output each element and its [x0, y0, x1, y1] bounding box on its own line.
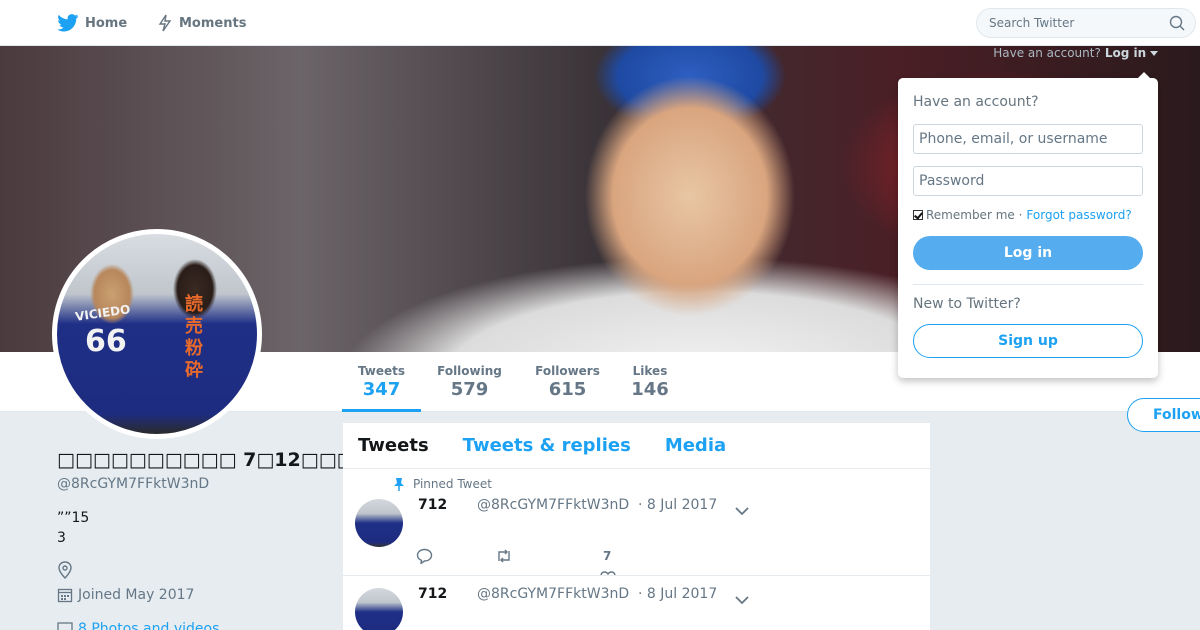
username-field[interactable] [913, 124, 1143, 154]
timeline-tabs: Tweets Tweets & replies Media [343, 423, 930, 469]
remember-label[interactable]: Remember me · [926, 208, 1022, 222]
reply-icon[interactable] [416, 548, 433, 568]
top-nav: Home Moments [0, 0, 1200, 46]
retweet-icon[interactable] [495, 548, 513, 568]
signup-button[interactable]: Sign up [913, 324, 1143, 358]
tweet-divider [343, 575, 930, 576]
login-hint-text: Have an account? [993, 46, 1101, 60]
login-dropdown: Have an account? Remember me · Forgot pa… [898, 72, 1158, 378]
tweet-author-name[interactable]: 712 [418, 497, 447, 513]
tweet-date[interactable]: · 8 Jul 2017 [638, 586, 717, 602]
password-field[interactable] [913, 166, 1143, 196]
stat-likes[interactable]: Likes 146 [630, 352, 670, 412]
chevron-down-icon[interactable] [735, 501, 749, 520]
tweet-author-name[interactable]: 712 [418, 586, 447, 602]
login-hint-link[interactable]: Log in [1105, 46, 1146, 60]
stat-label: Likes [632, 364, 668, 378]
stat-tweets[interactable]: Tweets 347 [342, 352, 421, 412]
stat-label: Following [437, 364, 502, 378]
location-icon [57, 561, 73, 583]
stat-value: 579 [450, 379, 489, 400]
remember-checkbox[interactable] [913, 210, 923, 220]
avatar-jersey-number: 66 [85, 324, 127, 359]
tweet-author-handle[interactable]: @8RcGYM7FFktW3nD [477, 586, 629, 602]
stat-value: 615 [548, 379, 587, 400]
tab-tweets[interactable]: Tweets [358, 435, 429, 456]
profile-bio: ””15 3 [57, 508, 89, 548]
nav-moments[interactable]: Moments [157, 0, 246, 46]
remember-row: Remember me · Forgot password? [913, 208, 1132, 222]
photos-text[interactable]: 8 Photos and videos [78, 621, 219, 630]
profile-joined: Joined May 2017 [57, 587, 194, 603]
search-input[interactable] [989, 16, 1169, 30]
joined-text: Joined May 2017 [78, 587, 195, 603]
pin-icon [394, 478, 404, 491]
tweet-date[interactable]: · 8 Jul 2017 [638, 497, 717, 513]
profile-name[interactable]: □□□□□□□□□□ 7□12□□□□□ [57, 449, 391, 471]
stat-following[interactable]: Following 579 [436, 352, 503, 412]
search-icon[interactable] [1169, 15, 1185, 35]
calendar-icon [57, 588, 73, 603]
nav-home[interactable]: Home [57, 0, 127, 46]
lightning-icon [158, 14, 172, 32]
pinned-text: Pinned Tweet [413, 477, 492, 491]
caret-down-icon [1150, 51, 1158, 56]
like-count: 7 [603, 549, 612, 563]
avatar-jersey-name: VICIEDO [74, 302, 132, 324]
nav-moments-label: Moments [179, 15, 247, 31]
dropdown-divider [913, 284, 1143, 285]
profile-handle[interactable]: @8RcGYM7FFktW3nD [57, 476, 209, 492]
stat-value: 146 [631, 379, 669, 400]
tab-media[interactable]: Media [665, 435, 726, 456]
search-box [976, 8, 1196, 38]
login-hint[interactable]: Have an account? Log in [993, 46, 1158, 60]
photos-link[interactable]: 8 Photos and videos [57, 621, 219, 630]
bio-line: ””15 [57, 510, 90, 526]
photo-icon [57, 622, 73, 630]
twitter-bird-icon [57, 14, 79, 32]
forgot-password-link[interactable]: Forgot password? [1026, 208, 1131, 222]
avatar[interactable]: VICIEDO 66 読売粉砕 [52, 229, 262, 439]
new-to-twitter-title: New to Twitter? [913, 296, 1021, 312]
login-title: Have an account? [913, 94, 1039, 110]
tweet-avatar[interactable] [355, 499, 403, 547]
tab-tweets-replies[interactable]: Tweets & replies [463, 435, 631, 456]
avatar-jersey-kanji: 読売粉砕 [185, 294, 203, 381]
bio-line: 3 [57, 530, 66, 546]
tweet-avatar[interactable] [355, 588, 403, 630]
stat-label: Tweets [357, 364, 406, 378]
tweet-author-handle[interactable]: @8RcGYM7FFktW3nD [477, 497, 629, 513]
follow-button[interactable]: Follow [1127, 398, 1200, 432]
login-button[interactable]: Log in [913, 236, 1143, 270]
stat-value: 347 [362, 379, 401, 400]
chevron-down-icon[interactable] [735, 590, 749, 609]
pinned-label: Pinned Tweet [393, 477, 492, 491]
stat-label: Followers [535, 364, 600, 378]
nav-home-label: Home [85, 15, 128, 31]
stat-followers[interactable]: Followers 615 [534, 352, 601, 412]
